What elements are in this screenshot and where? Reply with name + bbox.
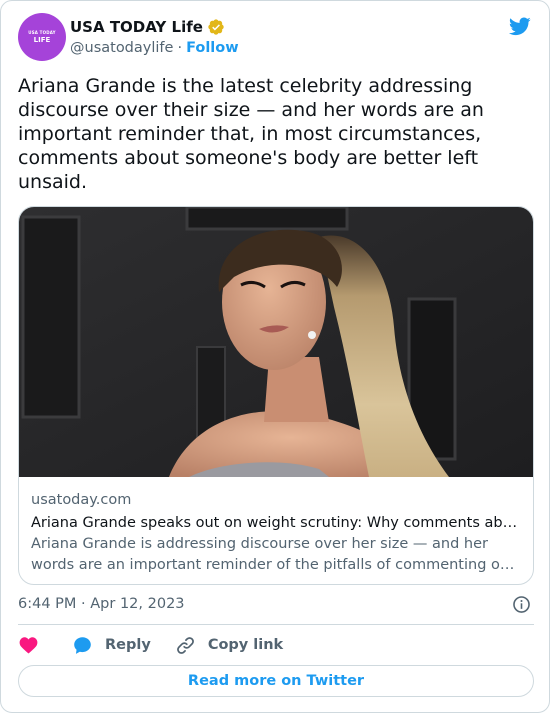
info-icon[interactable] xyxy=(512,595,531,614)
article-photo xyxy=(19,207,533,477)
link-chain-icon xyxy=(176,636,194,654)
link-preview-meta: usatoday.com Ariana Grande speaks out on… xyxy=(31,490,523,576)
reply-button[interactable]: Reply xyxy=(72,635,151,656)
follow-button[interactable]: Follow xyxy=(186,40,239,56)
link-description-line-2: words are an important reminder of the p… xyxy=(31,557,523,573)
author-display-name[interactable]: USA TODAY Life xyxy=(70,18,203,36)
link-description-line-1: Ariana Grande is addressing discourse ov… xyxy=(31,536,488,552)
read-more-button[interactable]: Read more on Twitter xyxy=(18,665,534,697)
twitter-bird-icon[interactable] xyxy=(508,15,532,37)
avatar[interactable]: USA TODAY LIFE xyxy=(18,13,66,61)
reply-bubble-icon xyxy=(74,636,91,654)
link-domain: usatoday.com xyxy=(31,492,132,508)
author-handle-row: @usatodaylife · Follow xyxy=(70,38,239,58)
handle-separator: · xyxy=(177,40,183,56)
reply-label: Reply xyxy=(105,637,151,653)
copy-link-label: Copy link xyxy=(207,637,284,653)
link-preview-card[interactable]: usatoday.com Ariana Grande speaks out on… xyxy=(18,206,534,585)
avatar-text-bottom: LIFE xyxy=(33,35,51,44)
avatar-text-top: USA TODAY xyxy=(28,29,56,35)
author-handle[interactable]: @usatodaylife xyxy=(70,40,173,56)
link-description: Ariana Grande is addressing discourse ov… xyxy=(31,534,523,576)
tweet-embed-card: USA TODAY LIFE USA TODAY Life @usatodayl… xyxy=(0,0,550,713)
verified-badge-icon xyxy=(208,19,224,35)
copy-link-button[interactable]: Copy link xyxy=(175,635,283,656)
tweet-timestamp[interactable]: 6:44 PM · Apr 12, 2023 xyxy=(18,594,185,614)
heart-icon xyxy=(19,636,38,654)
tweet-text: Ariana Grande is the latest celebrity ad… xyxy=(18,75,484,193)
divider xyxy=(18,624,534,625)
link-title[interactable]: Ariana Grande speaks out on weight scrut… xyxy=(31,512,523,534)
tweet-actions: Reply Copy link xyxy=(18,633,283,657)
author-name-row: USA TODAY Life xyxy=(70,16,225,38)
like-button[interactable] xyxy=(18,635,39,656)
